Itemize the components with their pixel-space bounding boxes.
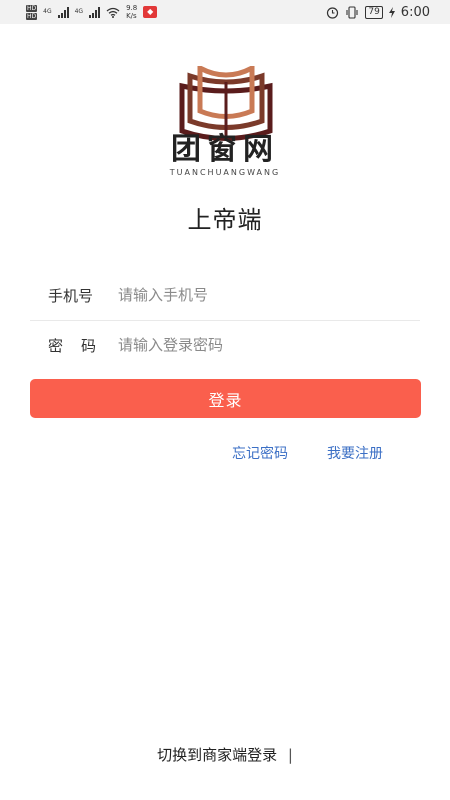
password-field-row: 密码 xyxy=(30,320,420,370)
battery-icon: 79 xyxy=(365,5,383,19)
network-speed: 9.8 K/s xyxy=(126,4,137,20)
brand-name: 团窗网 xyxy=(171,132,279,167)
phone-field-row: 手机号 xyxy=(30,270,420,321)
text-cursor-icon: | xyxy=(287,746,293,764)
hd-badge: HD xyxy=(26,12,38,20)
register-link[interactable]: 我要注册 xyxy=(327,443,383,463)
phone-label: 手机号 xyxy=(48,286,94,305)
password-input[interactable] xyxy=(118,336,398,354)
password-label: 密码 xyxy=(48,336,115,355)
hd-badge: HD xyxy=(26,4,38,12)
signal-icon xyxy=(89,6,101,18)
network-type: 4G xyxy=(43,8,52,15)
speed-unit: K/s xyxy=(126,12,137,20)
page-title: 上帝端 xyxy=(187,206,263,234)
speed-value: 9.8 xyxy=(126,4,138,12)
notification-app-icon: ◆ xyxy=(143,6,158,18)
vibrate-icon xyxy=(346,5,358,19)
status-left: HD HD 4G 4G 9.8 K/s ◆ xyxy=(26,2,158,22)
wifi-icon xyxy=(106,7,120,18)
switch-merchant-label: 切换到商家端登录 xyxy=(157,746,278,764)
forgot-password-link[interactable]: 忘记密码 xyxy=(232,443,288,463)
alarm-icon xyxy=(327,6,339,19)
network-type: 4G xyxy=(74,8,84,15)
switch-merchant-login-link[interactable]: 切换到商家端登录 | xyxy=(0,744,450,765)
login-button[interactable]: 登录 xyxy=(30,379,421,418)
clock: 6:00 xyxy=(400,4,430,20)
status-right: 79 6:00 xyxy=(326,2,430,22)
hd-indicators: HD HD xyxy=(26,4,38,20)
status-bar: HD HD 4G 4G 9.8 K/s ◆ 79 6:00 xyxy=(0,0,450,24)
phone-input[interactable] xyxy=(118,286,398,304)
signal-icon xyxy=(57,6,69,18)
charging-icon xyxy=(388,6,395,18)
brand-pinyin: TUANCHUANGWANG xyxy=(169,168,281,177)
